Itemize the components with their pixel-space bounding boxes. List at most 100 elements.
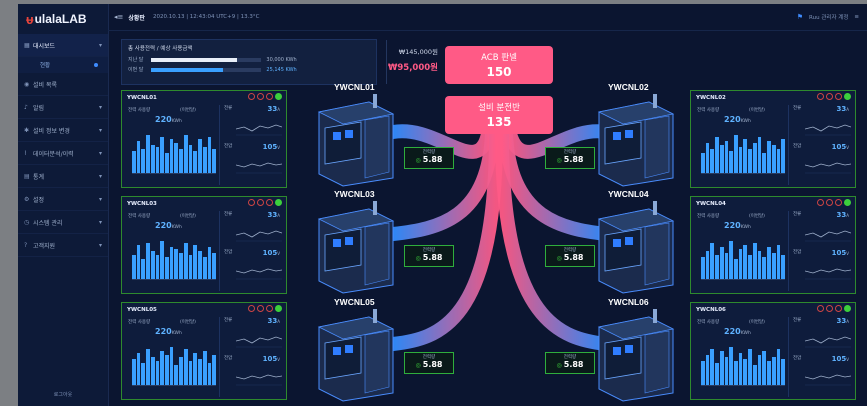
usage-bar: [715, 255, 719, 279]
voltage-label: 전압: [793, 356, 802, 361]
status-light-icon: [257, 199, 264, 206]
machine-3[interactable]: [313, 199, 397, 295]
current-unit: A: [846, 319, 849, 324]
usage-bar: [165, 153, 169, 173]
period-label: (이번달): [180, 320, 196, 325]
distribution-panel-node[interactable]: 설비 분전반 135: [445, 96, 553, 134]
usage-bar: [174, 249, 179, 279]
power-meter-badge[interactable]: 전력량 ◎ 5.88: [545, 245, 595, 267]
voltage-unit: V: [277, 145, 280, 150]
equipment-panel-4[interactable]: YWCNL04 전력 사용량 (이번달) 220KWh 전류 33A 전압 105V: [690, 196, 856, 294]
usage-bar: [710, 243, 715, 279]
voltage-label: 전압: [793, 144, 802, 149]
current-number: 33: [267, 105, 278, 113]
power-meter-badge[interactable]: 전력량 ◎ 5.88: [404, 352, 454, 374]
usage-bar: [757, 137, 762, 173]
usage-bar: [179, 253, 183, 279]
power-usage-number: 220: [724, 115, 741, 124]
voltage-value: 105V: [832, 249, 849, 257]
voltage-unit: V: [846, 357, 849, 362]
machine-6[interactable]: [593, 307, 677, 403]
usage-bar: [719, 145, 724, 173]
usage-bar: [212, 355, 216, 385]
voltage-sparkline: [805, 374, 851, 386]
equipment-panel-3[interactable]: YWCNL03 전력 사용량 (이번달) 220KWh 전류 33A 전압 105V: [121, 196, 287, 294]
status-light-icon: [817, 199, 824, 206]
power-meter-badge[interactable]: 전력량 ◎ 5.88: [404, 245, 454, 267]
usage-bar: [724, 141, 729, 173]
machine-5[interactable]: [313, 307, 397, 403]
usage-bar: [150, 145, 155, 173]
usage-bar: [169, 347, 174, 385]
usage-bar: [174, 143, 179, 173]
equipment-panel-1[interactable]: YWCNL01 전력 사용량 (이번달) 220KWh 전류 33A 전압 105V: [121, 90, 287, 188]
power-meter-badge[interactable]: 전력량 ◎ 5.88: [545, 352, 595, 374]
usage-bar: [738, 353, 743, 385]
status-light-icon: [826, 199, 833, 206]
power-usage-label: 전력 사용량: [697, 320, 720, 325]
usage-bar-chart: [701, 133, 785, 174]
usage-bar: [781, 139, 785, 173]
current-value: 33A: [837, 105, 850, 113]
status-light-icon: [817, 305, 824, 312]
usage-bar: [771, 253, 776, 279]
usage-bar: [155, 361, 160, 385]
status-lights: [817, 93, 851, 100]
usage-bar: [771, 357, 776, 385]
power-usage-unit: KWh: [171, 331, 182, 336]
current-sparkline: [805, 124, 851, 136]
voltage-number: 105: [831, 249, 847, 257]
current-unit: A: [277, 107, 280, 112]
current-unit: A: [846, 213, 849, 218]
meter-value: 5.88: [563, 253, 584, 262]
current-unit: A: [277, 319, 280, 324]
current-label: 전류: [793, 106, 802, 111]
meter-value: 5.88: [422, 253, 443, 262]
current-value: 33A: [268, 105, 281, 113]
panel-title: YWCNL03: [127, 201, 157, 207]
power-usage-number: 220: [155, 221, 172, 230]
usage-bar: [155, 255, 160, 279]
period-label: (이번달): [749, 108, 765, 113]
panel-title: YWCNL01: [127, 95, 157, 101]
cnc-machine-icon: [317, 201, 395, 294]
machine-label: YWCNL06: [608, 297, 649, 307]
power-usage-label: 전력 사용량: [697, 214, 720, 219]
usage-bar: [781, 255, 785, 279]
usage-bar: [193, 245, 198, 279]
status-lights: [817, 199, 851, 206]
meter-value: 5.88: [422, 155, 443, 164]
status-light-icon: [266, 305, 273, 312]
power-usage-value: 220KWh: [155, 221, 182, 230]
machine-1[interactable]: [313, 92, 397, 188]
voltage-unit: V: [846, 145, 849, 150]
power-usage-unit: KWh: [740, 225, 751, 230]
power-meter-badge[interactable]: 전력량 ◎ 5.88: [545, 147, 595, 169]
equipment-panel-2[interactable]: YWCNL02 전력 사용량 (이번달) 220KWh 전류 33A 전압 105V: [690, 90, 856, 188]
usage-bar: [169, 139, 174, 173]
usage-bar: [141, 363, 146, 385]
usage-bar: [705, 355, 710, 385]
usage-bar: [136, 245, 141, 279]
voltage-value: 105V: [263, 249, 280, 257]
usage-bar: [207, 137, 212, 173]
machine-2[interactable]: [593, 92, 677, 188]
power-meter-badge[interactable]: 전력량 ◎ 5.88: [404, 147, 454, 169]
usage-bar: [748, 349, 752, 385]
acb-panel-node[interactable]: ACB 판넬 150: [445, 46, 553, 84]
machine-4[interactable]: [593, 199, 677, 295]
usage-bar: [136, 141, 141, 173]
status-light-icon: [248, 305, 255, 312]
machine-label: YWCNL04: [608, 189, 649, 199]
usage-bar: [719, 247, 724, 279]
usage-bar: [705, 143, 710, 173]
status-light-icon: [826, 93, 833, 100]
distribution-value: 135: [486, 115, 512, 129]
equipment-panel-5[interactable]: YWCNL05 전력 사용량 (이번달) 220KWh 전류 33A 전압 105V: [121, 302, 287, 400]
usage-bar: [715, 137, 719, 173]
usage-bar: [734, 259, 738, 279]
voltage-value: 105V: [832, 355, 849, 363]
meter-value-row: ◎ 5.88: [546, 360, 594, 369]
current-value: 33A: [268, 211, 281, 219]
equipment-panel-6[interactable]: YWCNL06 전력 사용량 (이번달) 220KWh 전류 33A 전압 105V: [690, 302, 856, 400]
